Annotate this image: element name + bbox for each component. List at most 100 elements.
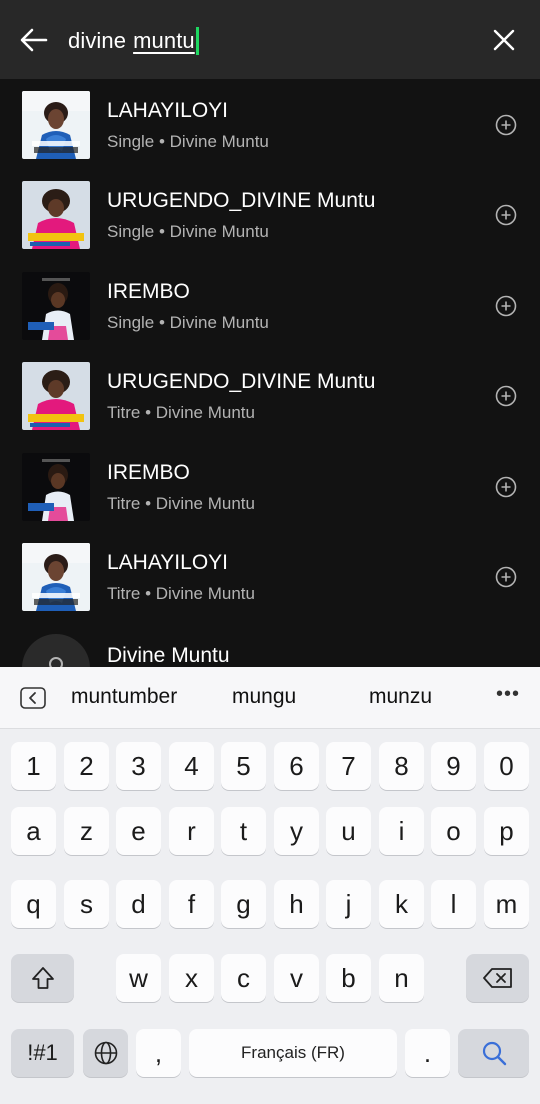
result-row-artist[interactable]: Divine Muntu xyxy=(0,622,540,667)
result-row[interactable]: URUGENDO_DIVINE Muntu Single • Divine Mu… xyxy=(0,169,540,259)
key-v[interactable]: v xyxy=(274,954,319,1002)
on-screen-keyboard: muntumber mungu munzu ••• 1 2 3 4 5 6 7 … xyxy=(0,667,540,1104)
plus-circle-icon xyxy=(495,204,517,226)
shift-key[interactable] xyxy=(11,954,74,1002)
key-e[interactable]: e xyxy=(116,807,161,855)
key-c[interactable]: c xyxy=(221,954,266,1002)
key-1[interactable]: 1 xyxy=(11,742,56,790)
add-to-library-button[interactable] xyxy=(492,201,520,229)
arrow-left-icon xyxy=(20,28,48,52)
key-p[interactable]: p xyxy=(484,807,529,855)
result-row[interactable]: LAHAYILOYI Titre • Divine Muntu xyxy=(0,531,540,621)
result-subtitle: Titre • Divine Muntu xyxy=(107,494,255,513)
album-cover xyxy=(22,181,90,249)
key-b[interactable]: b xyxy=(326,954,371,1002)
suggestion-bar: muntumber mungu munzu ••• xyxy=(0,667,540,729)
result-title: IREMBO xyxy=(107,280,190,303)
result-row[interactable]: IREMBO Titre • Divine Muntu xyxy=(0,441,540,531)
globe-icon xyxy=(94,1041,117,1065)
key-s[interactable]: s xyxy=(64,880,109,928)
space-key[interactable]: Français (FR) xyxy=(189,1029,397,1077)
add-to-library-button[interactable] xyxy=(492,111,520,139)
key-w[interactable]: w xyxy=(116,954,161,1002)
search-icon xyxy=(482,1041,506,1066)
key-6[interactable]: 6 xyxy=(274,742,319,790)
add-to-library-button[interactable] xyxy=(492,292,520,320)
key-4[interactable]: 4 xyxy=(169,742,214,790)
result-title: URUGENDO_DIVINE Muntu xyxy=(107,189,376,212)
key-t[interactable]: t xyxy=(221,807,266,855)
result-row[interactable]: LAHAYILOYI Single • Divine Muntu xyxy=(0,79,540,169)
add-to-library-button[interactable] xyxy=(492,382,520,410)
search-header: divine muntu xyxy=(0,0,540,79)
key-o[interactable]: o xyxy=(431,807,476,855)
result-row[interactable]: IREMBO Single • Divine Muntu xyxy=(0,260,540,350)
result-subtitle: Single • Divine Muntu xyxy=(107,222,269,241)
result-row[interactable]: URUGENDO_DIVINE Muntu Titre • Divine Mun… xyxy=(0,350,540,440)
close-icon xyxy=(493,29,515,51)
suggestion-toggle-button[interactable] xyxy=(20,686,46,710)
key-0[interactable]: 0 xyxy=(484,742,529,790)
shift-icon xyxy=(31,967,54,989)
backspace-icon xyxy=(482,968,512,988)
text-caret xyxy=(195,27,199,55)
backspace-key[interactable] xyxy=(466,954,529,1002)
key-j[interactable]: j xyxy=(326,880,371,928)
key-k[interactable]: k xyxy=(379,880,424,928)
plus-circle-icon xyxy=(495,385,517,407)
search-query-prefix: divine xyxy=(68,28,127,53)
key-u[interactable]: u xyxy=(326,807,371,855)
add-to-library-button[interactable] xyxy=(492,473,520,501)
album-cover xyxy=(22,543,90,611)
comma-key[interactable]: , xyxy=(136,1029,181,1077)
result-title: IREMBO xyxy=(107,461,190,484)
key-a[interactable]: a xyxy=(11,807,56,855)
key-r[interactable]: r xyxy=(169,807,214,855)
search-key[interactable] xyxy=(458,1029,529,1077)
back-button[interactable] xyxy=(14,20,54,60)
person-icon xyxy=(49,657,63,667)
album-cover xyxy=(22,91,90,159)
key-f[interactable]: f xyxy=(169,880,214,928)
key-x[interactable]: x xyxy=(169,954,214,1002)
key-h[interactable]: h xyxy=(274,880,319,928)
plus-circle-icon xyxy=(495,295,517,317)
key-n[interactable]: n xyxy=(379,954,424,1002)
suggestion-item[interactable]: mungu xyxy=(232,685,296,709)
key-z[interactable]: z xyxy=(64,807,109,855)
more-suggestions-button[interactable]: ••• xyxy=(496,683,520,706)
album-cover xyxy=(22,272,90,340)
key-y[interactable]: y xyxy=(274,807,319,855)
key-2[interactable]: 2 xyxy=(64,742,109,790)
album-cover xyxy=(22,362,90,430)
search-results-list: LAHAYILOYI Single • Divine Muntu URUGEND… xyxy=(0,79,540,667)
symbols-key[interactable]: !#1 xyxy=(11,1029,74,1077)
key-l[interactable]: l xyxy=(431,880,476,928)
plus-circle-icon xyxy=(495,476,517,498)
key-3[interactable]: 3 xyxy=(116,742,161,790)
add-to-library-button[interactable] xyxy=(492,563,520,591)
key-i[interactable]: i xyxy=(379,807,424,855)
plus-circle-icon xyxy=(495,566,517,588)
key-q[interactable]: q xyxy=(11,880,56,928)
result-subtitle: Titre • Divine Muntu xyxy=(107,403,255,422)
language-key[interactable] xyxy=(83,1029,128,1077)
clear-search-button[interactable] xyxy=(484,20,524,60)
result-title: Divine Muntu xyxy=(107,644,230,667)
suggestion-item[interactable]: munzu xyxy=(369,685,432,709)
key-5[interactable]: 5 xyxy=(221,742,266,790)
key-8[interactable]: 8 xyxy=(379,742,424,790)
key-m[interactable]: m xyxy=(484,880,529,928)
result-title: LAHAYILOYI xyxy=(107,551,228,574)
suggestion-item[interactable]: muntumber xyxy=(71,685,177,709)
key-g[interactable]: g xyxy=(221,880,266,928)
search-input[interactable]: divine muntu xyxy=(68,26,199,56)
key-9[interactable]: 9 xyxy=(431,742,476,790)
period-key[interactable]: . xyxy=(405,1029,450,1077)
artist-avatar xyxy=(22,634,90,667)
plus-circle-icon xyxy=(495,114,517,136)
key-d[interactable]: d xyxy=(116,880,161,928)
result-subtitle: Titre • Divine Muntu xyxy=(107,584,255,603)
search-query-composing: muntu xyxy=(133,28,195,53)
key-7[interactable]: 7 xyxy=(326,742,371,790)
